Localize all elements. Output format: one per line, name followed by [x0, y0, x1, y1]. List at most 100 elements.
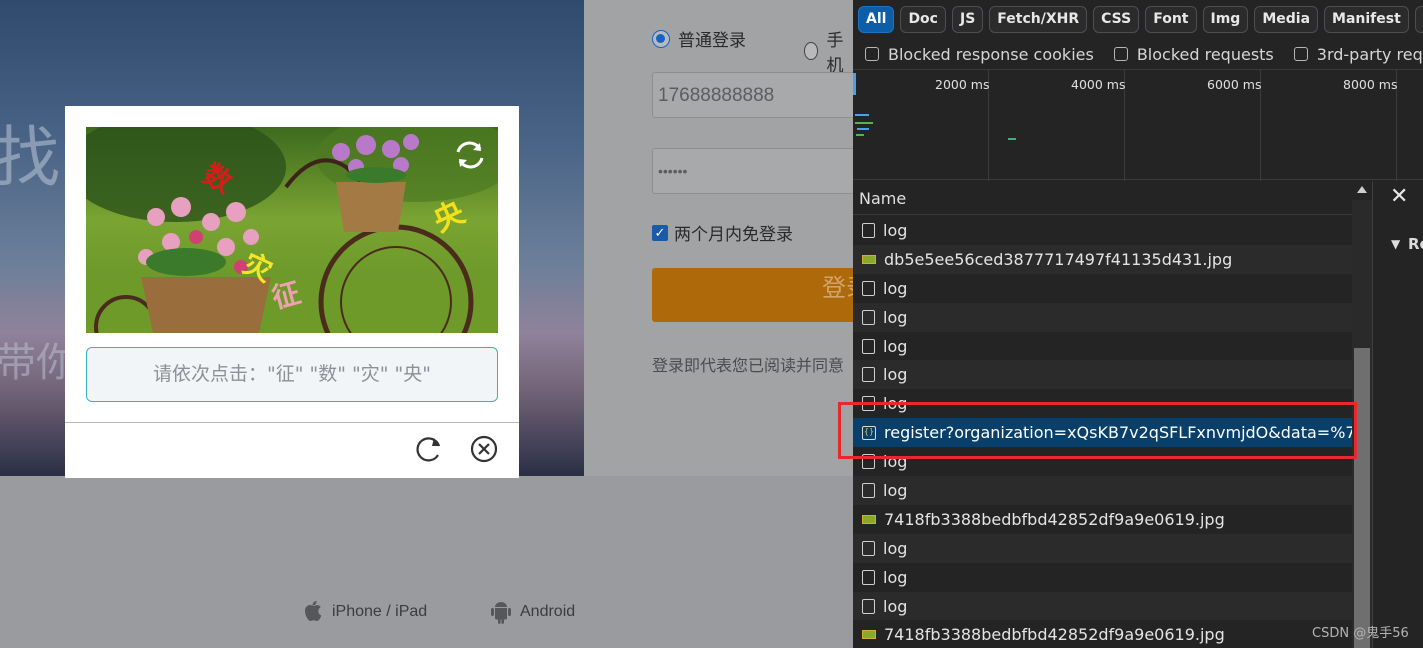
- request-row[interactable]: log: [853, 216, 1352, 245]
- tick-label: 2000 ms: [935, 77, 990, 92]
- request-row[interactable]: 7418fb3388bedbfbd42852df9a9e0619.jpg: [853, 505, 1352, 534]
- blocked-requests-label: Blocked requests: [1136, 44, 1274, 64]
- login-mode-phone[interactable]: 手机: [804, 26, 853, 76]
- image-file-icon: [862, 630, 876, 640]
- refresh-icon[interactable]: [414, 434, 444, 464]
- request-name: log: [883, 365, 908, 385]
- captcha-image[interactable]: 数 央 灾 征: [86, 127, 498, 333]
- blocked-requests-checkbox[interactable]: Blocked requests: [1113, 40, 1274, 68]
- filter-img[interactable]: Img: [1202, 6, 1249, 33]
- filter-ws[interactable]: WS: [1414, 6, 1423, 33]
- divider: [65, 422, 519, 423]
- request-row[interactable]: log: [853, 360, 1352, 390]
- third-party-checkbox[interactable]: 3rd-party requests: [1293, 40, 1423, 68]
- request-name: log: [883, 278, 908, 298]
- request-name: log: [883, 538, 908, 558]
- name-column-header[interactable]: Name: [853, 181, 1353, 215]
- document-icon: [862, 280, 875, 296]
- download-android[interactable]: Android: [490, 600, 575, 624]
- request-row[interactable]: 7418fb3388bedbfbd42852df9a9e0619.jpg: [853, 620, 1352, 648]
- login-mode-phone-label: 手机: [826, 31, 844, 75]
- detail-section-label: Re: [1408, 235, 1423, 253]
- timeline-handle[interactable]: [853, 73, 856, 95]
- password-input[interactable]: ••••••: [652, 148, 853, 194]
- request-name: log: [883, 567, 908, 587]
- tick-label: 6000 ms: [1207, 77, 1262, 92]
- request-row[interactable]: log: [853, 533, 1352, 563]
- request-name: 7418fb3388bedbfbd42852df9a9e0619.jpg: [884, 509, 1225, 529]
- login-button[interactable]: 登录: [652, 268, 853, 322]
- checkbox-icon: [865, 47, 879, 61]
- captcha-modal: 数 央 灾 征 请依次点击："征" "数" "灾" "央": [65, 106, 519, 478]
- download-ios[interactable]: iPhone / iPad: [302, 600, 427, 624]
- timeline-bar: [855, 122, 873, 124]
- request-name: log: [883, 307, 908, 327]
- timeline-bar: [857, 128, 869, 130]
- request-name: 7418fb3388bedbfbd42852df9a9e0619.jpg: [884, 625, 1225, 645]
- document-icon: [862, 569, 875, 585]
- request-row[interactable]: db5e5ee56ced3877717497f41135d431.jpg: [853, 244, 1352, 274]
- timeline-bar: [856, 134, 864, 136]
- checkbox-icon: [1113, 47, 1128, 61]
- download-android-label: Android: [520, 603, 576, 620]
- download-ios-label: iPhone / iPad: [332, 603, 428, 620]
- request-row[interactable]: log: [853, 563, 1352, 592]
- devtools-network-panel: All Doc JS Fetch/XHR CSS Font Img Media …: [853, 0, 1423, 648]
- document-icon: [862, 367, 875, 383]
- filter-manifest[interactable]: Manifest: [1324, 6, 1409, 33]
- radio-selected-icon: [652, 29, 670, 48]
- network-timeline[interactable]: 2000 ms 4000 ms 6000 ms 8000 ms: [853, 69, 1423, 181]
- document-icon: [862, 540, 875, 556]
- timeline-bar: [1008, 138, 1016, 140]
- filter-js[interactable]: JS: [951, 6, 984, 33]
- captcha-hint: 请依次点击："征" "数" "灾" "央": [86, 347, 498, 402]
- filter-doc[interactable]: Doc: [900, 6, 946, 33]
- checkbox-bar: Blocked response cookies Blocked request…: [853, 40, 1423, 68]
- request-row[interactable]: log: [853, 332, 1352, 361]
- request-name: db5e5ee56ced3877717497f41135d431.jpg: [884, 249, 1233, 269]
- filter-bar: All Doc JS Fetch/XHR CSS Font Img Media …: [853, 0, 1423, 38]
- timeline-bar: [855, 114, 869, 116]
- filter-css[interactable]: CSS: [1093, 6, 1140, 33]
- document-icon: [862, 222, 875, 238]
- document-icon: [862, 482, 875, 498]
- android-icon: [491, 602, 511, 624]
- document-icon: [862, 338, 875, 354]
- request-row[interactable]: log: [853, 476, 1352, 505]
- third-party-label: 3rd-party requests: [1316, 44, 1423, 64]
- request-name: log: [883, 480, 908, 500]
- document-icon: [862, 598, 875, 614]
- watermark: CSDN @鬼手56: [1312, 626, 1409, 641]
- remember-login[interactable]: ✓ 两个月内免登录: [652, 220, 793, 245]
- phone-input[interactable]: 17688888888: [652, 72, 853, 118]
- radio-icon: [804, 42, 819, 60]
- blocked-cookies-checkbox[interactable]: Blocked response cookies: [865, 40, 1094, 68]
- request-name: log: [883, 336, 908, 356]
- agreement-text: 登录即代表您已阅读并同意: [652, 358, 845, 375]
- filter-fetch-xhr[interactable]: Fetch/XHR: [989, 6, 1088, 33]
- filter-media[interactable]: Media: [1254, 6, 1319, 33]
- request-row[interactable]: log: [853, 591, 1352, 621]
- hero-title: 找: [0, 119, 60, 196]
- request-name: log: [883, 596, 908, 616]
- tick-label: 4000 ms: [1071, 77, 1126, 92]
- scrollbar-thumb[interactable]: [1354, 348, 1370, 648]
- close-circle-icon[interactable]: [469, 434, 499, 464]
- remember-label: 两个月内免登录: [674, 225, 793, 244]
- close-icon[interactable]: ✕: [1390, 186, 1408, 208]
- filter-all[interactable]: All: [858, 6, 895, 33]
- request-name: log: [883, 220, 908, 240]
- request-row[interactable]: log: [853, 274, 1352, 303]
- blocked-cookies-label: Blocked response cookies: [888, 44, 1094, 64]
- captcha-picture: 数 央 灾 征: [86, 127, 498, 333]
- apple-icon: [305, 601, 322, 621]
- expand-triangle-icon[interactable]: ▼: [1391, 237, 1400, 251]
- image-file-icon: [862, 514, 876, 524]
- login-mode-normal[interactable]: 普通登录: [652, 26, 746, 51]
- highlight-annotation: [838, 402, 1357, 459]
- document-icon: [862, 309, 875, 325]
- filter-font[interactable]: Font: [1145, 6, 1197, 33]
- request-row[interactable]: log: [853, 302, 1352, 332]
- image-file-icon: [862, 254, 876, 264]
- scroll-up-icon[interactable]: [1356, 184, 1368, 194]
